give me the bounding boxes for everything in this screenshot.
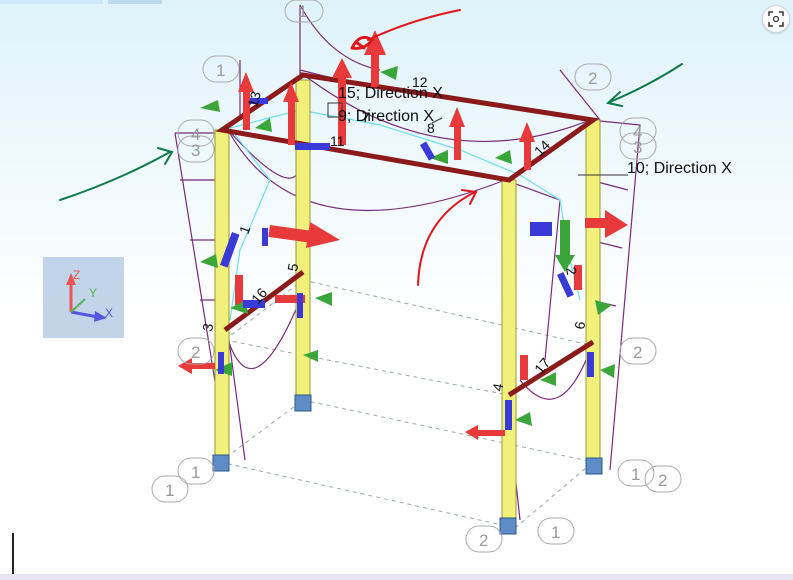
grid-label-j: 1 [191,463,200,482]
grid-label-a: 1 [216,61,225,80]
grid-label-i: 2 [633,343,642,362]
grid-label-h: 2 [191,343,200,362]
side-panel-edge[interactable] [0,533,14,574]
grid-lines [219,279,594,529]
grid-label-b: 1 [298,2,307,21]
screenshot-button[interactable] [762,5,790,33]
screenshot-capture-icon [768,11,784,27]
triad-z-label: Z [73,268,80,282]
grid-label-o: 1 [551,523,560,542]
grid-label-k: 1 [165,481,174,500]
triad-y-label: Y [89,286,97,300]
annotation-10-direction-x: 10; Direction X [627,160,732,177]
triad-x-label: X [105,306,113,320]
grid-label-n: 2 [479,531,488,550]
grid-label-m: 2 [658,471,667,490]
axis-triad: Z Y X [43,257,124,338]
bottom-status-strip [0,574,793,580]
annotation-15-direction-x: 15; Direction X [338,85,443,102]
supports [212,394,603,535]
member-label-17: 17 [531,355,553,377]
grid-label-e: 3 [191,141,200,160]
annotation-9-direction-x: 9; Direction X [338,108,434,125]
grid-label-l: 1 [631,465,640,484]
grid-label-g: 3 [633,138,642,157]
grid-label-c: 2 [588,69,597,88]
member-label-11: 11 [330,133,345,149]
member-label-3: 3 [199,322,216,333]
model-viewport[interactable]: 1 1 2 4 3 4 3 2 2 1 1 1 2 2 1 1 2 3 4 5 … [0,0,793,580]
